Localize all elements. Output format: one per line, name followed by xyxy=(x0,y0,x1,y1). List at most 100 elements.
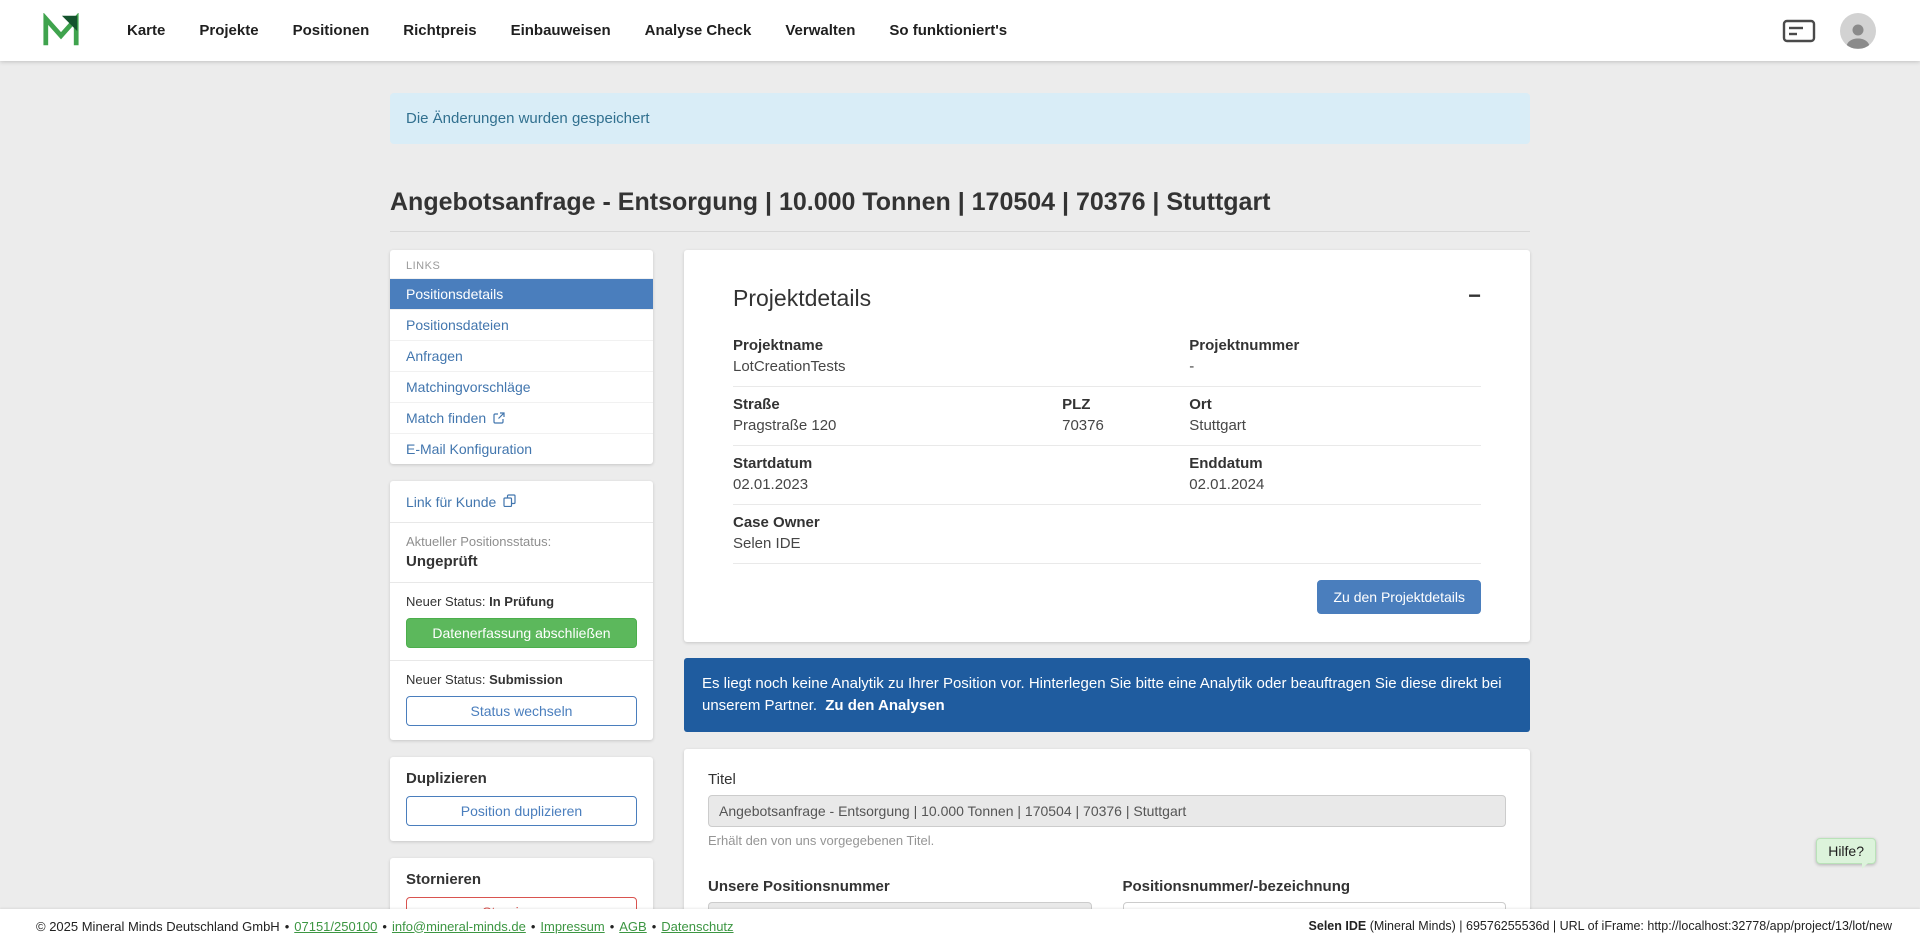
new-status-line-1: Neuer Status: In Prüfung xyxy=(406,594,637,609)
user-avatar[interactable] xyxy=(1840,13,1876,49)
project-details-button[interactable]: Zu den Projektdetails xyxy=(1317,580,1481,614)
divider xyxy=(390,522,653,523)
footer-separator: • xyxy=(610,919,615,934)
project-details-title: Projektdetails xyxy=(733,285,871,312)
titel-label: Titel xyxy=(708,771,1506,788)
field-value: Pragstraße 120 xyxy=(733,417,1062,435)
sidebar-item-label: E-Mail Konfiguration xyxy=(406,441,532,457)
switch-status-button[interactable]: Status wechseln xyxy=(406,696,637,726)
nav-item-einbauweisen[interactable]: Einbauweisen xyxy=(494,14,628,47)
top-navbar: Karte Projekte Positionen Richtpreis Ein… xyxy=(0,0,1920,61)
navbar-right xyxy=(1782,13,1876,49)
nav-item-projekte[interactable]: Projekte xyxy=(182,14,275,47)
footer-email-link[interactable]: info@mineral-minds.de xyxy=(392,919,526,934)
page-title: Angebotsanfrage - Entsorgung | 10.000 To… xyxy=(390,188,1530,217)
sidebar-item-matchingvorschlaege[interactable]: Matchingvorschläge xyxy=(390,371,653,402)
saved-alert-text: Die Änderungen wurden gespeichert xyxy=(406,110,650,127)
sidebar-item-email-konfiguration[interactable]: E-Mail Konfiguration xyxy=(390,433,653,464)
customer-link[interactable]: Link für Kunde xyxy=(406,494,516,510)
sidebar-item-anfragen[interactable]: Anfragen xyxy=(390,340,653,371)
footer-impressum-link[interactable]: Impressum xyxy=(540,919,604,934)
sidebar-item-label: Match finden xyxy=(406,410,486,426)
duplicate-title: Duplizieren xyxy=(406,770,637,787)
duplicate-position-button[interactable]: Position duplizieren xyxy=(406,796,637,826)
our-number-label: Unsere Positionsnummer xyxy=(708,878,1092,895)
title-divider xyxy=(390,231,1530,232)
new-status-value: In Prüfung xyxy=(489,594,554,609)
field-label: Ort xyxy=(1189,396,1481,414)
footer-user: Selen IDE xyxy=(1309,919,1367,933)
footer-phone-link[interactable]: 07151/250100 xyxy=(294,919,377,934)
saved-alert: Die Änderungen wurden gespeichert xyxy=(390,93,1530,144)
footer-separator: • xyxy=(382,919,387,934)
external-link-icon xyxy=(493,412,505,424)
current-status-label: Aktueller Positionsstatus: xyxy=(406,534,637,549)
project-details-card: Projektdetails − Projektname LotCreation… xyxy=(684,250,1530,642)
titel-input xyxy=(708,795,1506,827)
position-number-label: Positionsnummer/-bezeichnung xyxy=(1123,878,1507,895)
field-value: 70376 xyxy=(1062,417,1189,435)
server-icon[interactable] xyxy=(1782,18,1816,44)
field-value: Stuttgart xyxy=(1189,417,1481,435)
copy-icon xyxy=(503,494,516,510)
footer-agb-link[interactable]: AGB xyxy=(619,919,646,934)
field-value: 02.01.2024 xyxy=(1189,476,1481,494)
nav-item-richtpreis[interactable]: Richtpreis xyxy=(386,14,493,47)
divider xyxy=(390,582,653,583)
field-value: - xyxy=(1189,358,1481,376)
field-value: 02.01.2023 xyxy=(733,476,1189,494)
titel-help: Erhält den von uns vorgegebenen Titel. xyxy=(708,833,1506,848)
field-label: Enddatum xyxy=(1189,455,1481,473)
sidebar-item-label: Positionsdateien xyxy=(406,317,509,333)
field-label: Case Owner xyxy=(733,514,1481,532)
status-card: Link für Kunde Aktueller Positionsstatus… xyxy=(390,481,653,740)
main-nav: Karte Projekte Positionen Richtpreis Ein… xyxy=(110,14,1024,47)
analytics-banner-text: Es liegt noch keine Analytik zu Ihrer Po… xyxy=(702,675,1502,714)
sidebar: LINKS Positionsdetails Positionsdateien … xyxy=(390,250,653,942)
footer-separator: • xyxy=(285,919,290,934)
sidebar-item-label: Positionsdetails xyxy=(406,286,503,302)
footer: © 2025 Mineral Minds Deutschland GmbH • … xyxy=(0,909,1920,943)
nav-item-analyse-check[interactable]: Analyse Check xyxy=(628,14,769,47)
field-label: Straße xyxy=(733,396,1062,414)
footer-datenschutz-link[interactable]: Datenschutz xyxy=(661,919,733,934)
sidebar-item-match-finden[interactable]: Match finden xyxy=(390,402,653,433)
field-value: Selen IDE xyxy=(733,535,1481,553)
mineral-minds-logo-icon[interactable] xyxy=(42,12,82,50)
sidebar-item-label: Anfragen xyxy=(406,348,463,364)
nav-item-karte[interactable]: Karte xyxy=(110,14,182,47)
links-card-header: LINKS xyxy=(390,250,653,278)
customer-link-label: Link für Kunde xyxy=(406,494,496,510)
main-column: Projektdetails − Projektname LotCreation… xyxy=(684,250,1530,943)
nav-item-verwalten[interactable]: Verwalten xyxy=(768,14,872,47)
field-label: Projektnummer xyxy=(1189,337,1481,355)
footer-session-text: (Mineral Minds) | 69576255536d | URL of … xyxy=(1366,919,1892,933)
divider xyxy=(390,660,653,661)
nav-item-so-funktionierts[interactable]: So funktioniert's xyxy=(872,14,1024,47)
sidebar-item-positionsdateien[interactable]: Positionsdateien xyxy=(390,309,653,340)
sidebar-item-positionsdetails[interactable]: Positionsdetails xyxy=(390,278,653,309)
footer-copyright: © 2025 Mineral Minds Deutschland GmbH xyxy=(36,919,280,934)
links-card: LINKS Positionsdetails Positionsdateien … xyxy=(390,250,653,464)
complete-data-entry-button[interactable]: Datenerfassung abschließen xyxy=(406,618,637,648)
footer-left: © 2025 Mineral Minds Deutschland GmbH • … xyxy=(36,919,734,934)
help-button[interactable]: Hilfe? xyxy=(1816,838,1876,864)
footer-separator: • xyxy=(531,919,536,934)
new-status-prefix: Neuer Status: xyxy=(406,672,486,687)
new-status-prefix: Neuer Status: xyxy=(406,594,486,609)
footer-session-info: Selen IDE (Mineral Minds) | 69576255536d… xyxy=(1309,919,1892,933)
page-content: Die Änderungen wurden gespeichert Angebo… xyxy=(390,93,1530,943)
nav-item-positionen[interactable]: Positionen xyxy=(276,14,387,47)
analytics-banner: Es liegt noch keine Analytik zu Ihrer Po… xyxy=(684,658,1530,732)
cancel-title: Stornieren xyxy=(406,871,637,888)
project-fields: Projektname LotCreationTests Projektnumm… xyxy=(733,328,1481,564)
current-status-value: Ungeprüft xyxy=(406,553,637,570)
duplicate-card: Duplizieren Position duplizieren xyxy=(390,757,653,841)
field-value: LotCreationTests xyxy=(733,358,1189,376)
analytics-banner-link[interactable]: Zu den Analysen xyxy=(825,697,944,714)
field-label: Projektname xyxy=(733,337,1189,355)
new-status-value: Submission xyxy=(489,672,563,687)
new-status-line-2: Neuer Status: Submission xyxy=(406,672,637,687)
field-label: PLZ xyxy=(1062,396,1189,414)
collapse-icon[interactable]: − xyxy=(1468,285,1481,307)
